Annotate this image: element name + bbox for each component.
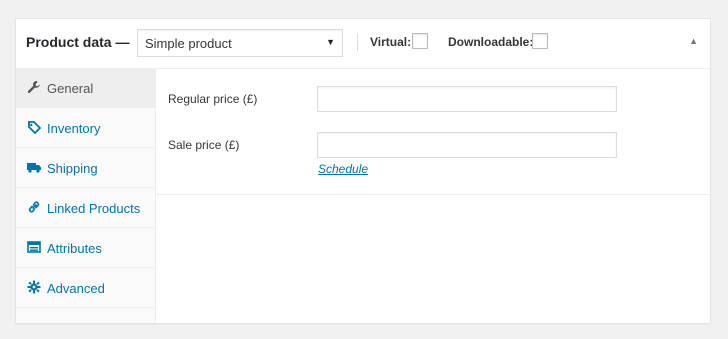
link-icon — [27, 200, 41, 214]
tab-label: Advanced — [47, 281, 105, 296]
tab-label: Attributes — [47, 241, 102, 256]
list-icon — [27, 240, 41, 254]
dropdown-arrow-icon: ▼ — [326, 37, 335, 47]
tab-general[interactable]: General — [16, 68, 155, 108]
product-type-selected: Simple product — [145, 36, 232, 51]
tag-icon — [27, 120, 42, 135]
product-data-metabox: Product data — Simple product ▼ Virtual:… — [15, 18, 711, 324]
tab-inventory[interactable]: Inventory — [16, 108, 155, 148]
tab-linked-products[interactable]: Linked Products — [16, 188, 155, 228]
regular-price-input[interactable] — [317, 86, 617, 112]
schedule-link[interactable]: Schedule — [318, 162, 368, 176]
virtual-label: Virtual: — [370, 35, 412, 49]
collapse-toggle-icon[interactable]: ▲ — [689, 36, 698, 46]
virtual-checkbox[interactable] — [412, 33, 428, 49]
tab-shipping[interactable]: Shipping — [16, 148, 155, 188]
tab-label: Shipping — [47, 161, 98, 176]
downloadable-checkbox[interactable] — [532, 33, 548, 49]
downloadable-label: Downloadable: — [448, 35, 534, 49]
truck-icon — [27, 160, 41, 174]
product-type-select[interactable]: Simple product ▼ — [137, 29, 343, 57]
tab-label: Linked Products — [47, 201, 141, 216]
tab-advanced[interactable]: Advanced — [16, 268, 155, 308]
sale-price-input[interactable] — [317, 132, 617, 158]
tab-label: General — [47, 81, 94, 96]
sale-price-label: Sale price (£) — [168, 138, 240, 152]
regular-price-label: Regular price (£) — [168, 92, 258, 106]
metabox-title: Product data — — [26, 34, 130, 50]
product-data-tabs: General Inventory Shipping Linked Produc… — [16, 68, 156, 323]
tab-attributes[interactable]: Attributes — [16, 228, 155, 268]
wrench-icon — [27, 80, 41, 94]
general-panel: Regular price (£) Sale price (£) Schedul… — [156, 68, 711, 195]
gear-icon — [27, 280, 41, 294]
header-divider — [357, 33, 358, 51]
metabox-header: Product data — Simple product ▼ Virtual:… — [16, 19, 710, 69]
tab-label: Inventory — [47, 121, 101, 136]
